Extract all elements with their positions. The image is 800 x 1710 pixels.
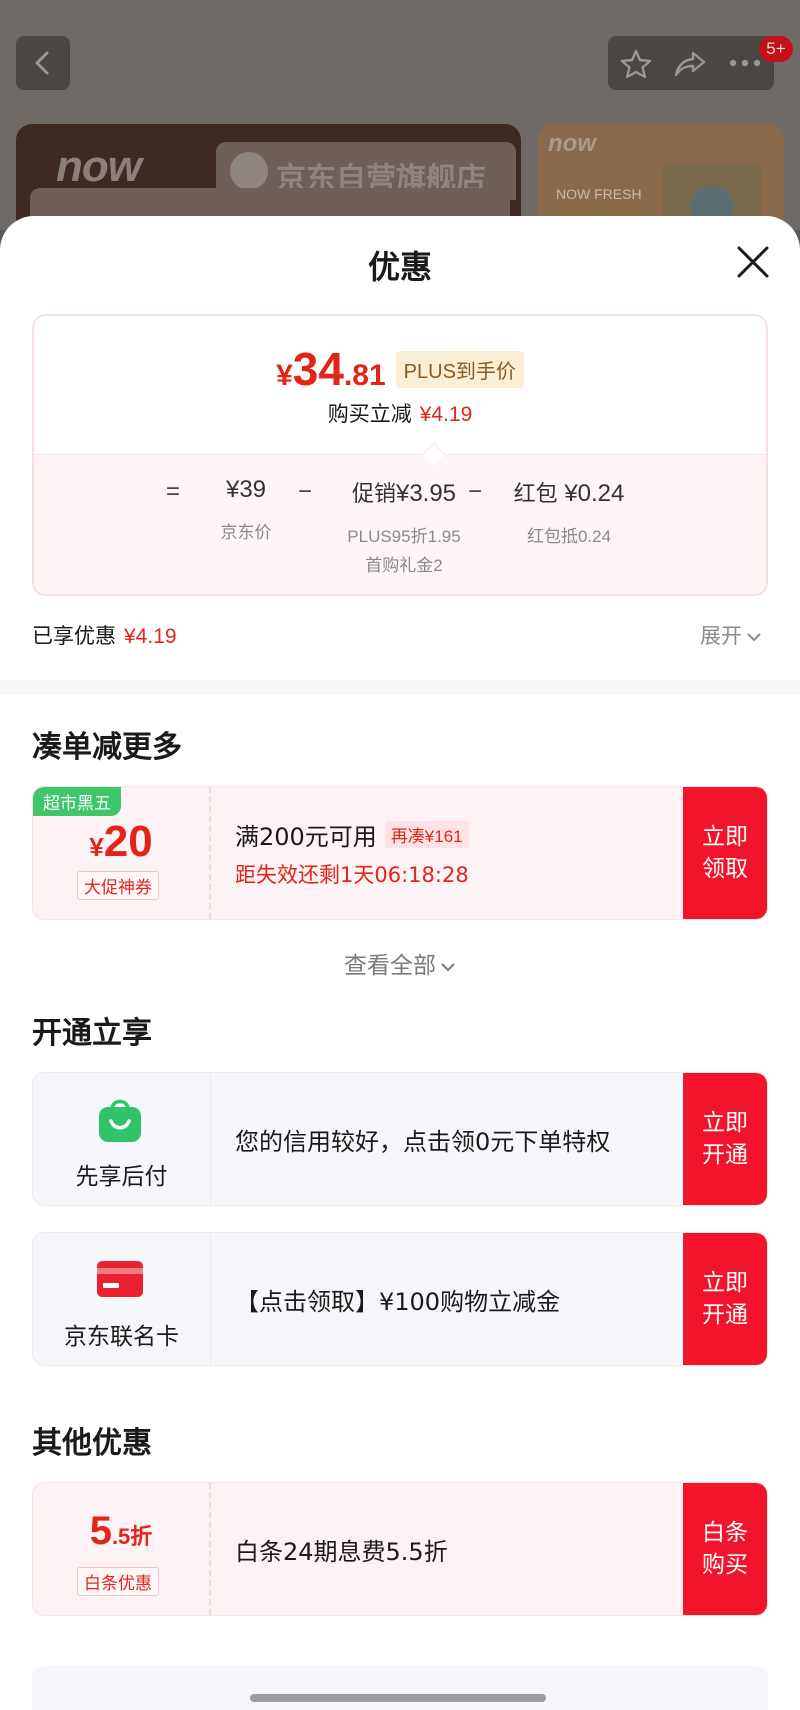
promo-tag: 超市黑五 xyxy=(33,787,121,816)
discount-sheet: 优惠 ¥34.81 PLUS到手价 购买立减 ¥4.19 = ¥39 京东价 − 促… xyxy=(0,216,800,1710)
sheet-title: 优惠 xyxy=(367,248,432,286)
activate-cobrand-card-button[interactable]: 立即 开通 xyxy=(683,1233,767,1365)
pay-later-text: 您的信用较好，点击领0元下单特权 xyxy=(235,1127,611,1156)
cobrand-card: 京东联名卡 【点击领取】¥100购物立减金 立即 开通 xyxy=(32,1232,768,1366)
jd-price-column: ¥39 京东价 xyxy=(220,476,272,542)
home-indicator[interactable] xyxy=(250,1694,546,1702)
cobrand-card-text: 【点击领取】¥100购物立减金 xyxy=(235,1287,561,1316)
instant-reduction: 购买立减 ¥4.19 xyxy=(327,402,473,426)
see-all-button[interactable]: 查看全部 xyxy=(0,946,800,980)
shopping-bag-icon xyxy=(99,1099,141,1142)
brand-subtitle: NOW FRESH xyxy=(556,186,642,202)
share-icon[interactable] xyxy=(674,49,706,79)
add-more-tag: 再凑¥161 xyxy=(384,821,469,848)
pay-later-label: 先享后付 xyxy=(75,1164,168,1190)
back-button[interactable] xyxy=(16,36,70,90)
next-card-peek xyxy=(32,1666,768,1710)
section-title-more: 凑单减更多 xyxy=(32,730,182,765)
coupon-condition: 满200元可用 再凑¥161 xyxy=(235,817,469,852)
price-breakdown-card: ¥34.81 PLUS到手价 购买立减 ¥4.19 = ¥39 京东价 − 促销¥3… xyxy=(32,314,768,596)
coupon-amount-area: 超市黑五 ¥20 大促神券 xyxy=(33,787,211,919)
final-price-row: ¥34.81 PLUS到手价 xyxy=(34,342,766,396)
chevron-down-icon xyxy=(747,633,761,642)
minus-sign: − xyxy=(298,478,313,505)
more-dots-icon[interactable] xyxy=(728,58,762,68)
background-page: 5+ now 京东自营旗舰店 now NOW FRESH xyxy=(0,0,800,244)
credit-card-icon xyxy=(97,1261,143,1297)
chevron-down-icon xyxy=(441,962,455,971)
section-title-open: 开通立享 xyxy=(32,1016,152,1051)
plus-price-tag: PLUS到手价 xyxy=(395,350,524,388)
coupon-amount: ¥20 xyxy=(89,817,153,866)
equals-sign: = xyxy=(166,478,181,505)
pay-later-card: 先享后付 您的信用较好，点击领0元下单特权 立即 开通 xyxy=(32,1072,768,1206)
enjoyed-discount: 已享优惠 ¥4.19 xyxy=(32,624,177,648)
baitiao-discount-card: 5.5折 白条优惠 白条24期息费5.5折 白条 购买 xyxy=(32,1482,768,1616)
brand-logo: now xyxy=(56,142,142,191)
discount-rate: 5.5折 xyxy=(89,1509,153,1553)
close-icon[interactable] xyxy=(733,242,773,282)
redpack-column: 红包 ¥0.24 红包抵0.24 xyxy=(513,480,625,546)
chevron-left-icon xyxy=(35,51,49,75)
discount-type-tag: 白条优惠 xyxy=(77,1567,159,1596)
baitiao-buy-button[interactable]: 白条 购买 xyxy=(683,1483,767,1615)
section-title-other: 其他优惠 xyxy=(32,1426,152,1461)
coupon-type-tag: 大促神券 xyxy=(77,871,159,900)
message-badge: 5+ xyxy=(759,36,793,62)
final-price: ¥34.81 xyxy=(276,343,386,395)
brand-logo-small: now xyxy=(548,130,596,157)
activate-pay-later-button[interactable]: 立即 开通 xyxy=(683,1073,767,1205)
coupon-card: 超市黑五 ¥20 大促神券 满200元可用 再凑¥161 距失效还剩1天06:18… xyxy=(32,786,768,920)
star-icon[interactable] xyxy=(620,49,652,79)
coupon-countdown: 距失效还剩1天06:18:28 xyxy=(235,863,469,887)
expand-button[interactable]: 展开 xyxy=(700,620,762,650)
discount-text: 白条24期息费5.5折 xyxy=(235,1537,448,1566)
claim-coupon-button[interactable]: 立即 领取 xyxy=(683,787,767,919)
price-calculation: = ¥39 京东价 − 促销¥3.95 PLUS95折1.95 首购礼金2 − … xyxy=(34,476,766,586)
minus-sign: − xyxy=(468,478,483,505)
cobrand-card-label: 京东联名卡 xyxy=(64,1324,179,1350)
top-actions xyxy=(608,36,774,90)
promo-column: 促销¥3.95 PLUS95折1.95 首购礼金2 xyxy=(347,480,461,575)
jd-mascot-icon xyxy=(230,152,268,190)
